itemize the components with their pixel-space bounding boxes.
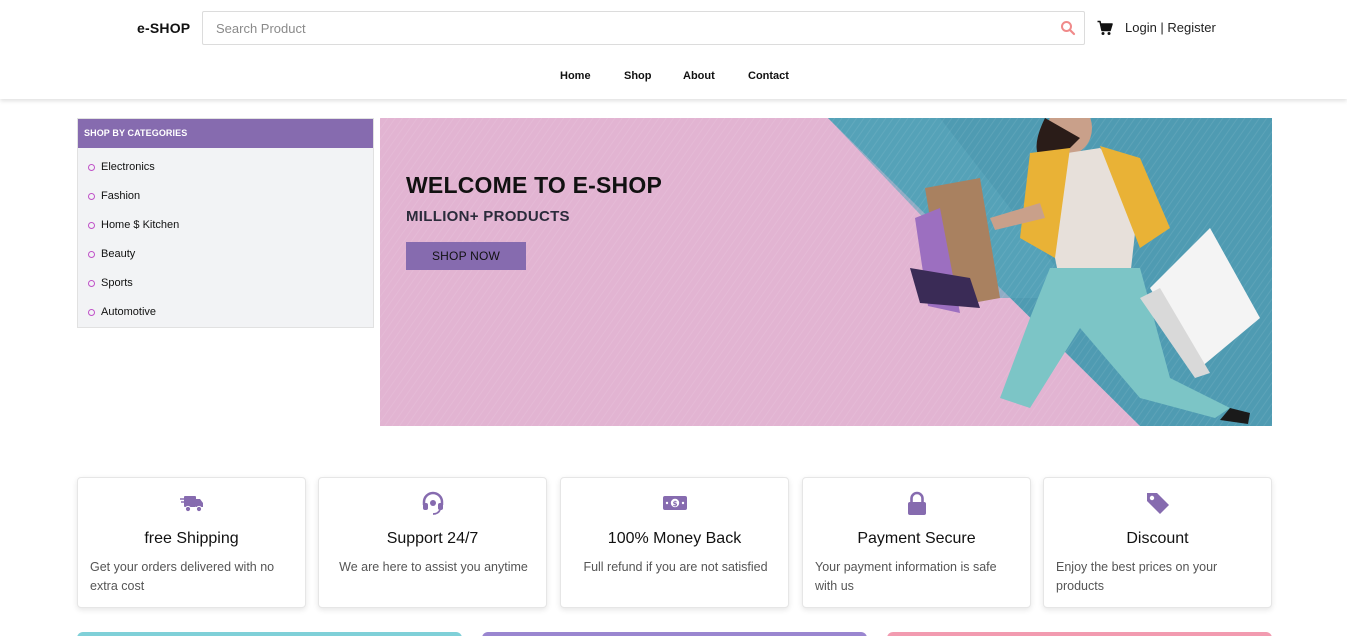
promo-card-purple	[482, 632, 867, 636]
truck-icon	[179, 496, 203, 513]
feature-card-discount: Discount Enjoy the best prices on your p…	[1043, 477, 1272, 608]
search-input[interactable]	[203, 12, 1053, 44]
feature-card-shipping: free Shipping Get your orders delivered …	[77, 477, 306, 608]
circle-bullet-icon	[88, 222, 95, 229]
category-list: Electronics Fashion Home $ Kitchen Beaut…	[78, 148, 373, 327]
category-item-fashion[interactable]: Fashion	[78, 182, 373, 211]
site-header: e-SHOP Login | Register Home Shop About …	[0, 0, 1347, 99]
feature-description: Your payment information is safe with us	[815, 560, 997, 593]
svg-text:$: $	[672, 500, 677, 508]
register-link[interactable]: Register	[1167, 20, 1215, 35]
shopper-illustration	[910, 118, 1260, 424]
lock-icon	[907, 491, 926, 515]
category-item-electronics[interactable]: Electronics	[78, 153, 373, 182]
category-label: Automotive	[101, 306, 157, 318]
search-icon[interactable]	[1060, 20, 1076, 36]
category-label: Electronics	[101, 161, 155, 173]
feature-description: We are here to assist you anytime	[339, 560, 528, 574]
category-item-beauty[interactable]: Beauty	[78, 240, 373, 269]
promo-card-pink	[887, 632, 1272, 636]
feature-description: Enjoy the best prices on your products	[1056, 560, 1218, 593]
nav-contact[interactable]: Contact	[748, 70, 789, 82]
money-icon: $	[662, 496, 687, 510]
feature-title: 100% Money Back	[607, 530, 742, 547]
feature-title: Payment Secure	[857, 530, 976, 547]
shop-now-button[interactable]: SHOP NOW	[406, 242, 526, 270]
feature-title: Support 24/7	[386, 530, 479, 547]
feature-title: Discount	[1126, 530, 1189, 547]
hero-banner: WELCOME TO E-SHOP MILLION+ PRODUCTS SHOP…	[380, 118, 1272, 426]
feature-card-support: Support 24/7 We are here to assist you a…	[318, 477, 547, 608]
logo[interactable]: e-SHOP	[137, 20, 190, 36]
category-label: Fashion	[101, 190, 141, 202]
promo-card-teal	[77, 632, 462, 636]
tag-icon	[1146, 493, 1169, 514]
nav-shop[interactable]: Shop	[624, 70, 652, 82]
category-header: SHOP BY CATEGORIES	[78, 119, 373, 148]
login-link[interactable]: Login	[1125, 20, 1157, 35]
headset-icon	[422, 491, 443, 515]
hero-title: WELCOME TO E-SHOP	[406, 172, 662, 198]
circle-bullet-icon	[88, 309, 95, 316]
circle-bullet-icon	[88, 193, 95, 200]
circle-bullet-icon	[88, 251, 95, 258]
nav-home[interactable]: Home	[560, 70, 591, 82]
category-sidebar: SHOP BY CATEGORIES Electronics Fashion H…	[77, 118, 374, 328]
hero-subtitle: MILLION+ PRODUCTS	[406, 208, 570, 225]
feature-description: Get your orders delivered with no extra …	[90, 560, 275, 593]
circle-bullet-icon	[88, 280, 95, 287]
feature-description: Full refund if you are not satisfied	[583, 560, 768, 574]
search-bar[interactable]	[202, 11, 1085, 45]
feature-title: free Shipping	[144, 530, 239, 547]
auth-links: Login | Register	[1125, 20, 1216, 35]
category-item-automotive[interactable]: Automotive	[78, 298, 373, 327]
circle-bullet-icon	[88, 164, 95, 171]
category-label: Home $ Kitchen	[101, 219, 180, 231]
category-item-home-kitchen[interactable]: Home $ Kitchen	[78, 211, 373, 240]
auth-separator: |	[1156, 20, 1168, 35]
category-label: Sports	[101, 277, 133, 289]
category-item-sports[interactable]: Sports	[78, 269, 373, 298]
category-label: Beauty	[101, 248, 136, 260]
nav-about[interactable]: About	[683, 70, 715, 82]
feature-card-money-back: $ 100% Money Back Full refund if you are…	[560, 477, 789, 608]
feature-card-secure: Payment Secure Your payment information …	[802, 477, 1031, 608]
cart-icon[interactable]	[1097, 20, 1113, 36]
